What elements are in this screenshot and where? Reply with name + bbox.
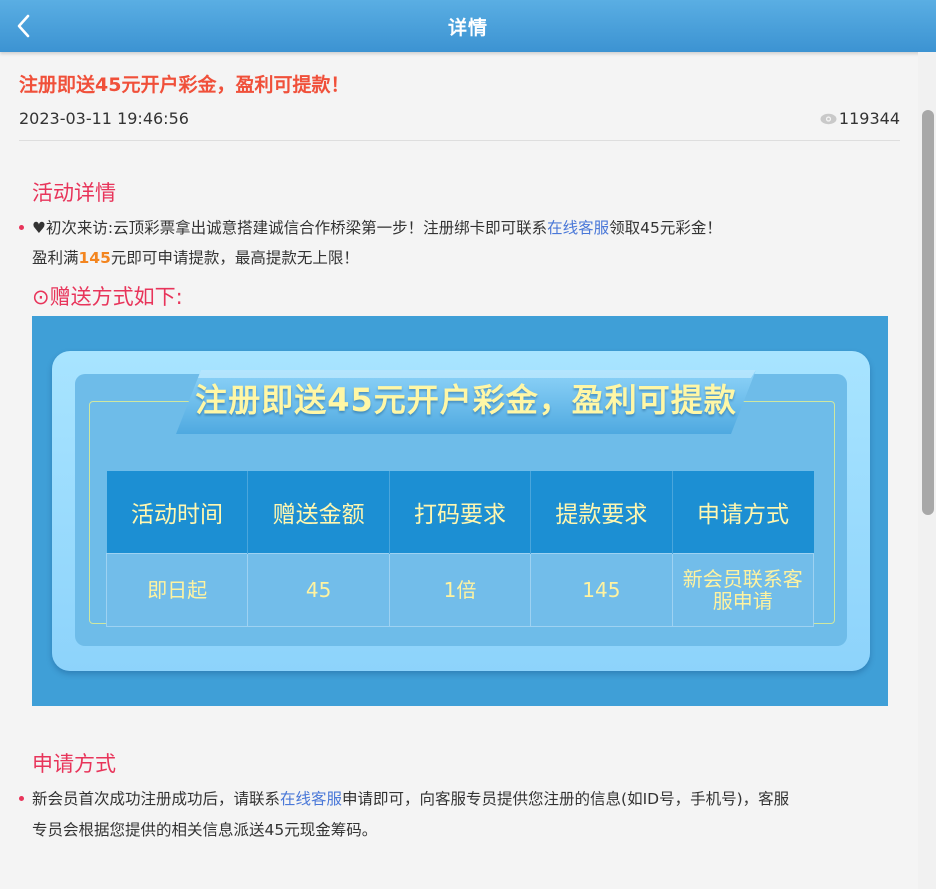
table-header: 申请方式 (672, 471, 814, 554)
highlight-amount: 145 (78, 249, 111, 267)
eye-icon (820, 113, 837, 124)
table-row: 即日起 45 1倍 145 新会员联系客服申请 (105, 553, 815, 627)
apply-heading: 申请方式 (32, 752, 116, 776)
table-header: 打码要求 (389, 471, 532, 554)
table-cell: 45 (247, 553, 390, 627)
banner-inner-panel: 注册即送45元开户彩金，盈利可提款 活动时间 赠送金额 打码要求 提款要求 申请… (75, 370, 847, 646)
view-count: 119344 (820, 109, 900, 128)
table-cell: 1倍 (388, 553, 532, 627)
divider (19, 140, 900, 141)
bullet (19, 796, 24, 801)
view-count-value: 119344 (838, 109, 900, 128)
banner-panel: 注册即送45元开户彩金，盈利可提款 活动时间 赠送金额 打码要求 提款要求 申请… (52, 351, 870, 671)
article-date: 2023-03-11 19:46:56 (19, 109, 189, 128)
gift-method-heading: ⊙赠送方式如下: (32, 285, 183, 309)
online-service-link[interactable]: 在线客服 (547, 219, 609, 237)
activity-line-2: 盈利满145元即可申请提款，最高提款无上限！ (32, 249, 359, 267)
promo-banner: 注册即送45元开户彩金，盈利可提款 活动时间 赠送金额 打码要求 提款要求 申请… (32, 316, 888, 706)
table-header: 赠送金额 (247, 471, 390, 554)
activity-line-1: ♥初次来访:云顶彩票拿出诚意搭建诚信合作桥梁第一步！注册绑卡即可联系在线客服领取… (32, 219, 722, 237)
table-cell: 新会员联系客服申请 (671, 553, 815, 627)
top-bar: 详情 (0, 0, 936, 52)
online-service-link[interactable]: 在线客服 (280, 790, 342, 808)
apply-line-1: 新会员首次成功注册成功后，请联系在线客服申请即可，向客服专员提供您注册的信息(如… (32, 790, 790, 808)
promo-table: 活动时间 赠送金额 打码要求 提款要求 申请方式 即日起 45 1倍 145 新… (105, 471, 815, 627)
table-cell: 145 (530, 553, 673, 627)
table-header: 提款要求 (530, 471, 673, 554)
table-header: 活动时间 (106, 471, 249, 554)
bullet (19, 225, 24, 230)
activity-heading: 活动详情 (32, 181, 116, 205)
banner-headline: 注册即送45元开户彩金，盈利可提款 (195, 381, 737, 419)
heart-icon: ♥ (32, 219, 46, 237)
article-title: 注册即送45元开户彩金，盈利可提款！ (19, 74, 350, 96)
scrollbar-track[interactable] (918, 52, 936, 889)
table-header-row: 活动时间 赠送金额 打码要求 提款要求 申请方式 (106, 471, 814, 554)
apply-line-2: 专员会根据您提供的相关信息派送45元现金筹码。 (32, 821, 378, 839)
scrollbar-thumb[interactable] (922, 110, 934, 515)
table-cell: 即日起 (105, 553, 249, 627)
page-title: 详情 (447, 17, 488, 39)
